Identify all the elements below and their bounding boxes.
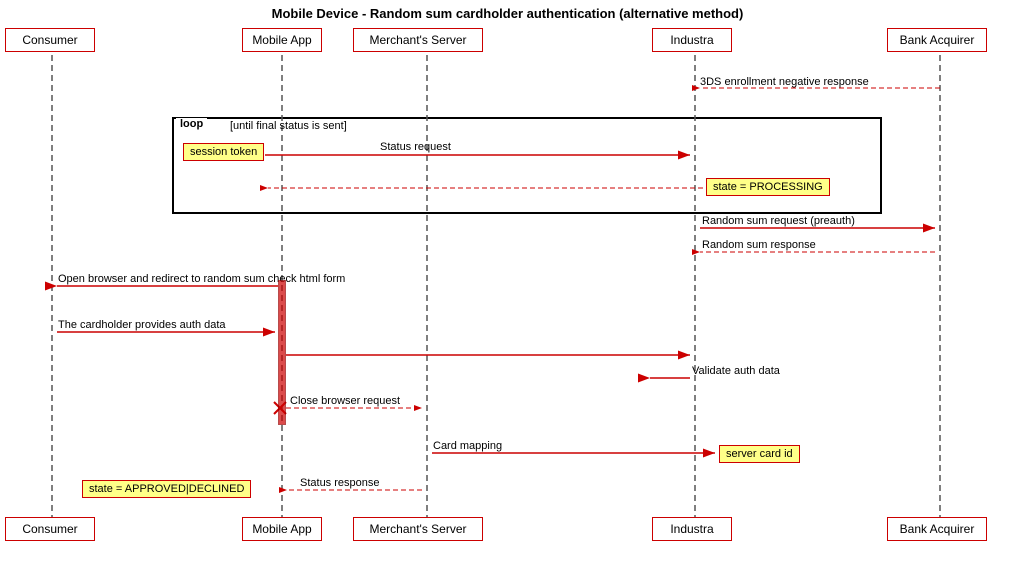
actor-industra-bottom: Industra [652,517,732,541]
actor-consumer-top: Consumer [5,28,95,52]
loop-condition: [until final status is sent] [230,120,347,132]
actor-merchant-bottom: Merchant's Server [353,517,483,541]
svg-text:Random sum response: Random sum response [702,239,816,251]
actor-merchant-top: Merchant's Server [353,28,483,52]
svg-text:Status response: Status response [300,477,380,489]
actor-consumer-bottom: Consumer [5,517,95,541]
actor-bank-bottom: Bank Acquirer [887,517,987,541]
activation-bar-mobile [278,280,286,425]
note-session-token: session token [183,143,264,161]
diagram-title: Mobile Device - Random sum cardholder au… [0,0,1015,21]
actor-bank-top: Bank Acquirer [887,28,987,52]
svg-text:Card mapping: Card mapping [433,440,502,452]
loop-label: loop [176,118,207,130]
svg-text:Open browser and redirect to r: Open browser and redirect to random sum … [58,273,345,285]
svg-text:Validate auth data: Validate auth data [692,365,781,377]
actor-mobile-app-bottom: Mobile App [242,517,322,541]
svg-text:Close browser request: Close browser request [290,395,400,407]
actor-mobile-app-top: Mobile App [242,28,322,52]
svg-text:The cardholder provides auth d: The cardholder provides auth data [58,319,226,331]
note-server-card-id: server card id [719,445,800,463]
svg-text:Random sum request (preauth): Random sum request (preauth) [702,215,855,227]
arrows-svg: 3DS enrollment negative response Status … [0,0,1015,561]
actor-industra-top: Industra [652,28,732,52]
note-state-processing: state = PROCESSING [706,178,830,196]
svg-text:3DS enrollment negative respon: 3DS enrollment negative response [700,76,869,88]
note-state-approved: state = APPROVED|DECLINED [82,480,251,498]
diagram-container: Mobile Device - Random sum cardholder au… [0,0,1015,561]
